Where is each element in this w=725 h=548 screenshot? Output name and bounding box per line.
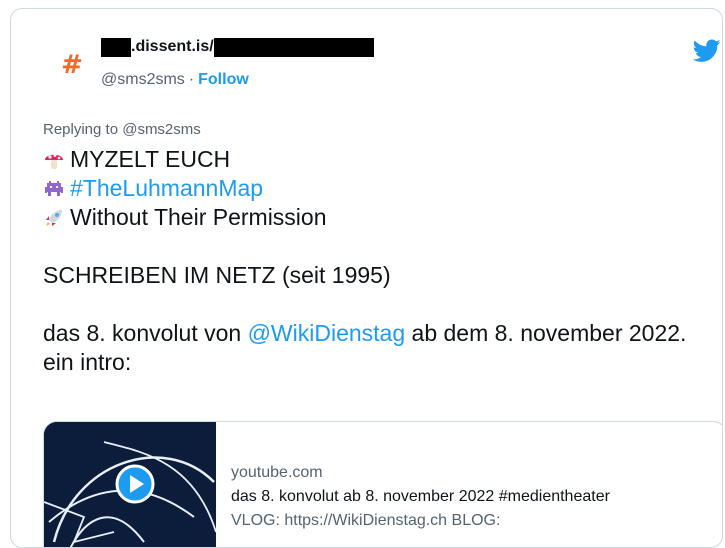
- rocket-icon: [43, 207, 65, 229]
- mention-link[interactable]: @WikiDienstag: [248, 320, 406, 346]
- tweet-line-text: MYZELT EUCH: [70, 146, 231, 172]
- hashtag-link[interactable]: #TheLuhmannMap: [70, 174, 263, 203]
- link-info: youtube.com das 8. konvolut ab 8. novemb…: [231, 461, 711, 533]
- author-handle-row: @sms2sms · Follow: [101, 71, 249, 89]
- tweet-line: das 8. konvolut von @WikiDienstag ab dem…: [43, 319, 722, 377]
- author-handle[interactable]: @sms2sms: [101, 71, 185, 89]
- tweet-line: Without Their Permission: [43, 203, 722, 232]
- tweet-line-text: Without Their Permission: [70, 204, 327, 230]
- link-preview-card[interactable]: youtube.com das 8. konvolut ab 8. novemb…: [43, 421, 722, 547]
- twitter-bird-icon[interactable]: [693, 39, 721, 63]
- separator-dot: ·: [188, 71, 195, 88]
- redacted-block: [101, 37, 131, 57]
- space-invader-icon: [43, 178, 65, 200]
- tweet-line: #TheLuhmannMap: [43, 174, 722, 203]
- tweet-line: SCHREIBEN IM NETZ (seit 1995): [43, 261, 722, 290]
- replying-to[interactable]: Replying to @sms2sms: [43, 121, 201, 138]
- tweet-line: MYZELT EUCH: [43, 145, 722, 174]
- tweet-line-text: SCHREIBEN IM NETZ (seit 1995): [43, 262, 391, 288]
- play-icon[interactable]: [115, 464, 155, 504]
- follow-button[interactable]: Follow: [198, 71, 249, 89]
- link-domain: youtube.com: [231, 464, 323, 481]
- mushroom-icon: [43, 149, 65, 171]
- author-name[interactable]: .dissent.is/: [101, 36, 374, 58]
- link-description: VLOG: https://WikiDienstag.ch BLOG:: [231, 512, 501, 529]
- author-name-text: .dissent.is/: [131, 38, 214, 55]
- tweet-line-text: das 8. konvolut von: [43, 320, 248, 346]
- avatar[interactable]: #: [48, 41, 96, 89]
- redacted-block: [213, 37, 374, 57]
- tweet-text: MYZELT EUCH #TheLuhmannMap Without Their…: [43, 145, 722, 377]
- tweet-embed-card: # .dissent.is/ @sms2sms · Follow Replyin…: [10, 8, 723, 548]
- avatar-hash-glyph: #: [61, 50, 83, 80]
- link-title: das 8. konvolut ab 8. november 2022 #med…: [231, 488, 610, 505]
